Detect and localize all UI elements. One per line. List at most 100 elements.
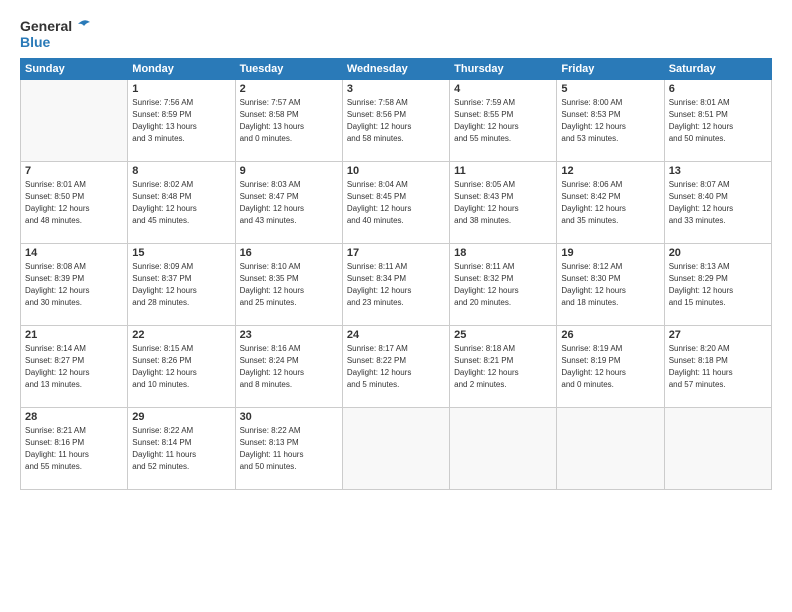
calendar-cell: 15 Sunrise: 8:09 AMSunset: 8:37 PMDayligh… (128, 244, 235, 326)
day-info: Sunrise: 8:10 AMSunset: 8:35 PMDaylight:… (240, 261, 338, 309)
day-info: Sunrise: 8:01 AMSunset: 8:51 PMDaylight:… (669, 97, 767, 145)
day-info: Sunrise: 8:06 AMSunset: 8:42 PMDaylight:… (561, 179, 659, 227)
calendar-cell: 12 Sunrise: 8:06 AMSunset: 8:42 PMDayligh… (557, 162, 664, 244)
day-number: 15 (132, 247, 230, 259)
calendar-cell: 11 Sunrise: 8:05 AMSunset: 8:43 PMDayligh… (450, 162, 557, 244)
day-info: Sunrise: 8:08 AMSunset: 8:39 PMDaylight:… (25, 261, 123, 309)
day-number: 22 (132, 329, 230, 341)
day-info: Sunrise: 8:11 AMSunset: 8:34 PMDaylight:… (347, 261, 445, 309)
day-info: Sunrise: 8:02 AMSunset: 8:48 PMDaylight:… (132, 179, 230, 227)
calendar-cell: 22 Sunrise: 8:15 AMSunset: 8:26 PMDayligh… (128, 326, 235, 408)
calendar-cell: 28 Sunrise: 8:21 AMSunset: 8:16 PMDayligh… (21, 408, 128, 490)
calendar-cell: 19Sunrise: 8:12 AMSunset: 8:30 PMDayligh… (557, 244, 664, 326)
day-number: 11 (454, 165, 552, 177)
calendar-cell: 16Sunrise: 8:10 AMSunset: 8:35 PMDayligh… (235, 244, 342, 326)
day-info: Sunrise: 8:00 AMSunset: 8:53 PMDaylight:… (561, 97, 659, 145)
calendar-cell: 1Sunrise: 7:56 AMSunset: 8:59 PMDaylight… (128, 80, 235, 162)
day-number: 20 (669, 247, 767, 259)
day-number: 7 (25, 165, 123, 177)
calendar-cell: 4 Sunrise: 7:59 AMSunset: 8:55 PMDaylight… (450, 80, 557, 162)
day-number: 12 (561, 165, 659, 177)
day-info: Sunrise: 8:22 AMSunset: 8:13 PMDaylight:… (240, 425, 338, 473)
calendar-cell: 26 Sunrise: 8:19 AMSunset: 8:19 PMDayligh… (557, 326, 664, 408)
day-number: 30 (240, 411, 338, 423)
day-info: Sunrise: 8:12 AMSunset: 8:30 PMDaylight:… (561, 261, 659, 309)
day-number: 17 (347, 247, 445, 259)
day-number: 27 (669, 329, 767, 341)
calendar-cell: 5 Sunrise: 8:00 AMSunset: 8:53 PMDaylight… (557, 80, 664, 162)
calendar-cell (21, 80, 128, 162)
day-info: Sunrise: 8:15 AMSunset: 8:26 PMDaylight:… (132, 343, 230, 391)
day-number: 25 (454, 329, 552, 341)
day-info: Sunrise: 7:56 AMSunset: 8:59 PMDaylight:… (132, 97, 230, 145)
page: General Blue SundayMondayTuesdayWednesda… (0, 0, 792, 612)
calendar-cell (342, 408, 449, 490)
day-info: Sunrise: 8:09 AMSunset: 8:37 PMDaylight:… (132, 261, 230, 309)
day-info: Sunrise: 8:16 AMSunset: 8:24 PMDaylight:… (240, 343, 338, 391)
day-number: 10 (347, 165, 445, 177)
day-number: 21 (25, 329, 123, 341)
day-info: Sunrise: 8:04 AMSunset: 8:45 PMDaylight:… (347, 179, 445, 227)
day-number: 8 (132, 165, 230, 177)
calendar-cell: 27 Sunrise: 8:20 AMSunset: 8:18 PMDayligh… (664, 326, 771, 408)
day-info: Sunrise: 8:01 AMSunset: 8:50 PMDaylight:… (25, 179, 123, 227)
calendar-cell: 9 Sunrise: 8:03 AMSunset: 8:47 PMDaylight… (235, 162, 342, 244)
calendar-cell: 25Sunrise: 8:18 AMSunset: 8:21 PMDayligh… (450, 326, 557, 408)
week-row-3: 21 Sunrise: 8:14 AMSunset: 8:27 PMDayligh… (21, 326, 772, 408)
week-row-2: 14 Sunrise: 8:08 AMSunset: 8:39 PMDayligh… (21, 244, 772, 326)
day-info: Sunrise: 8:17 AMSunset: 8:22 PMDaylight:… (347, 343, 445, 391)
weekday-header-friday: Friday (557, 59, 664, 80)
day-number: 5 (561, 83, 659, 95)
weekday-header-wednesday: Wednesday (342, 59, 449, 80)
calendar-cell: 17 Sunrise: 8:11 AMSunset: 8:34 PMDayligh… (342, 244, 449, 326)
day-number: 2 (240, 83, 338, 95)
header: General Blue (20, 18, 772, 50)
calendar-cell: 21 Sunrise: 8:14 AMSunset: 8:27 PMDayligh… (21, 326, 128, 408)
day-info: Sunrise: 8:14 AMSunset: 8:27 PMDaylight:… (25, 343, 123, 391)
day-info: Sunrise: 8:21 AMSunset: 8:16 PMDaylight:… (25, 425, 123, 473)
week-row-0: 1Sunrise: 7:56 AMSunset: 8:59 PMDaylight… (21, 80, 772, 162)
day-info: Sunrise: 8:07 AMSunset: 8:40 PMDaylight:… (669, 179, 767, 227)
day-number: 6 (669, 83, 767, 95)
day-info: Sunrise: 7:59 AMSunset: 8:55 PMDaylight:… (454, 97, 552, 145)
calendar-cell (450, 408, 557, 490)
day-number: 9 (240, 165, 338, 177)
calendar-table: SundayMondayTuesdayWednesdayThursdayFrid… (20, 58, 772, 490)
calendar-cell (664, 408, 771, 490)
calendar-cell: 29Sunrise: 8:22 AMSunset: 8:14 PMDayligh… (128, 408, 235, 490)
weekday-header-row: SundayMondayTuesdayWednesdayThursdayFrid… (21, 59, 772, 80)
day-number: 28 (25, 411, 123, 423)
day-info: Sunrise: 8:22 AMSunset: 8:14 PMDaylight:… (132, 425, 230, 473)
calendar-cell: 7 Sunrise: 8:01 AMSunset: 8:50 PMDaylight… (21, 162, 128, 244)
calendar-cell: 30 Sunrise: 8:22 AMSunset: 8:13 PMDayligh… (235, 408, 342, 490)
day-info: Sunrise: 8:05 AMSunset: 8:43 PMDaylight:… (454, 179, 552, 227)
calendar-cell: 13 Sunrise: 8:07 AMSunset: 8:40 PMDayligh… (664, 162, 771, 244)
calendar-cell: 3Sunrise: 7:58 AMSunset: 8:56 PMDaylight… (342, 80, 449, 162)
calendar-cell: 10 Sunrise: 8:04 AMSunset: 8:45 PMDayligh… (342, 162, 449, 244)
day-number: 13 (669, 165, 767, 177)
logo-text-general: General (20, 18, 72, 34)
calendar-cell: 6 Sunrise: 8:01 AMSunset: 8:51 PMDaylight… (664, 80, 771, 162)
logo-text-blue: Blue (20, 34, 50, 50)
weekday-header-thursday: Thursday (450, 59, 557, 80)
day-number: 23 (240, 329, 338, 341)
day-info: Sunrise: 8:13 AMSunset: 8:29 PMDaylight:… (669, 261, 767, 309)
day-number: 4 (454, 83, 552, 95)
calendar-cell: 18Sunrise: 8:11 AMSunset: 8:32 PMDayligh… (450, 244, 557, 326)
calendar-cell: 24Sunrise: 8:17 AMSunset: 8:22 PMDayligh… (342, 326, 449, 408)
day-info: Sunrise: 7:58 AMSunset: 8:56 PMDaylight:… (347, 97, 445, 145)
day-number: 26 (561, 329, 659, 341)
day-info: Sunrise: 8:20 AMSunset: 8:18 PMDaylight:… (669, 343, 767, 391)
day-info: Sunrise: 8:19 AMSunset: 8:19 PMDaylight:… (561, 343, 659, 391)
day-info: Sunrise: 8:11 AMSunset: 8:32 PMDaylight:… (454, 261, 552, 309)
calendar-cell: 14 Sunrise: 8:08 AMSunset: 8:39 PMDayligh… (21, 244, 128, 326)
calendar-cell: 23 Sunrise: 8:16 AMSunset: 8:24 PMDayligh… (235, 326, 342, 408)
weekday-header-monday: Monday (128, 59, 235, 80)
day-info: Sunrise: 8:03 AMSunset: 8:47 PMDaylight:… (240, 179, 338, 227)
calendar-cell: 2Sunrise: 7:57 AMSunset: 8:58 PMDaylight… (235, 80, 342, 162)
calendar-cell: 8 Sunrise: 8:02 AMSunset: 8:48 PMDaylight… (128, 162, 235, 244)
day-number: 14 (25, 247, 123, 259)
weekday-header-sunday: Sunday (21, 59, 128, 80)
calendar-cell (557, 408, 664, 490)
logo: General Blue (20, 18, 92, 50)
